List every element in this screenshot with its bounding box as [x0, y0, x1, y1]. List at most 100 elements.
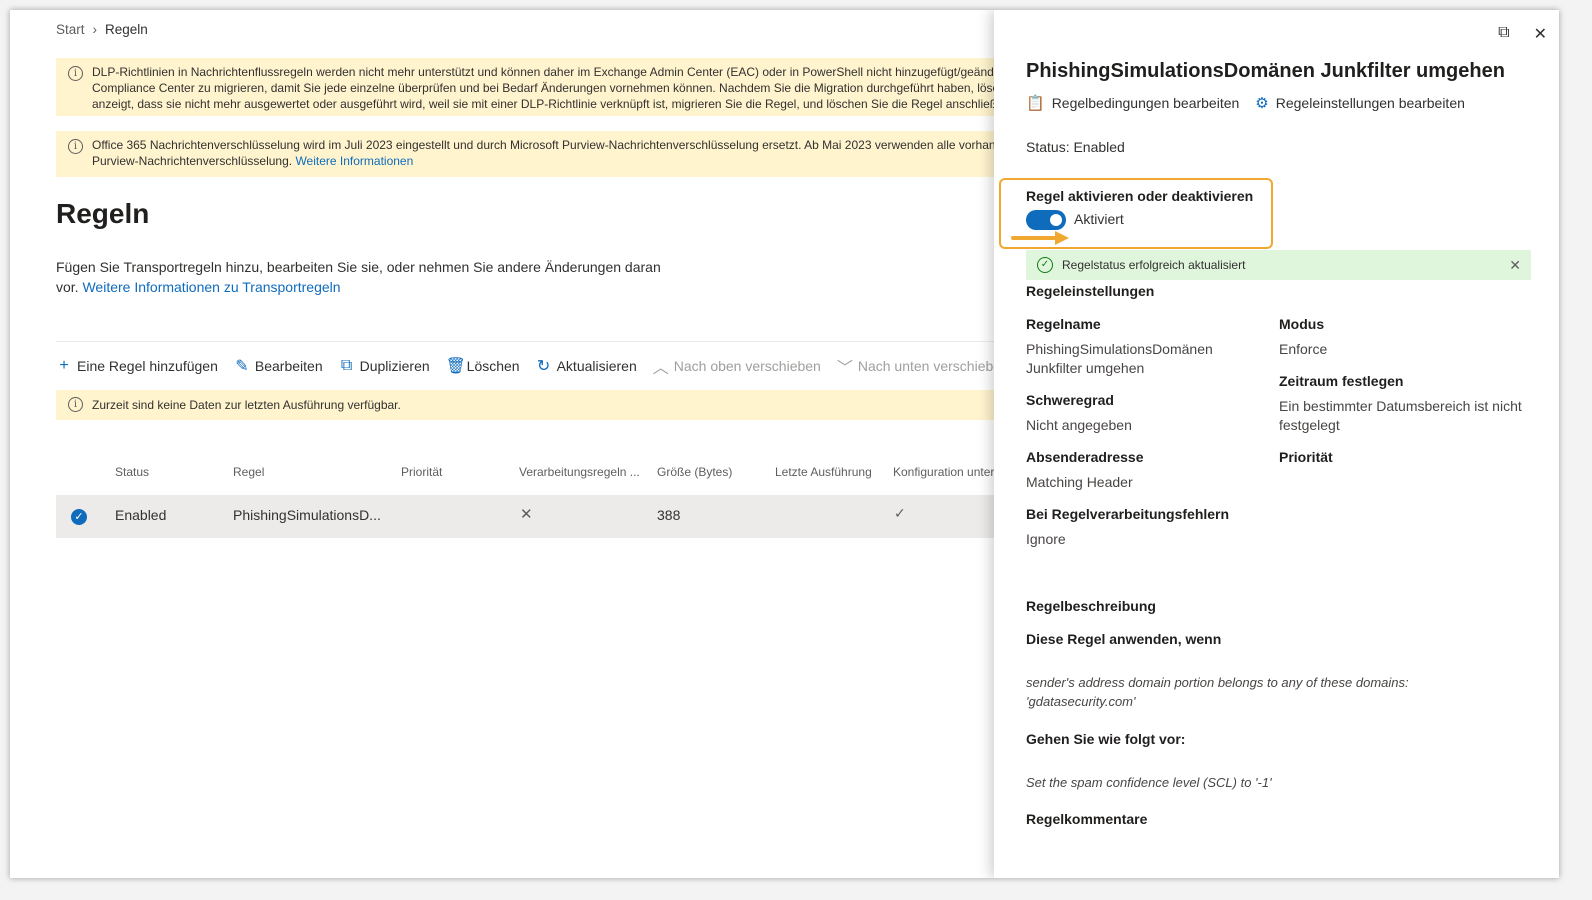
toggle-knob — [1050, 214, 1062, 226]
duplicate-button[interactable]: ⧉ Duplizieren — [339, 357, 430, 375]
column-header-processing[interactable]: Verarbeitungsregeln ... — [519, 465, 640, 479]
timeframe-value: Ein bestimmter Datumsbereich ist nicht f… — [1279, 398, 1522, 433]
comments-label: Regelkommentare — [1026, 811, 1148, 827]
sender-value: Matching Header — [1026, 474, 1133, 490]
action-text: Set the spam confidence level (SCL) to '… — [1026, 775, 1272, 790]
edit-button[interactable]: ✎ Bearbeiten — [234, 356, 323, 376]
rule-details-panel: ⧉ ✕ PhishingSimulationsDomänen Junkfilte… — [994, 10, 1559, 878]
banner-text: DLP-Richtlinien in Nachrichtenflussregel… — [92, 65, 1020, 79]
mode-value: Enforce — [1279, 341, 1328, 357]
rule-name-value: PhishingSimulationsDomänen Junkfilter um… — [1026, 341, 1213, 376]
do-following-label: Gehen Sie wie folgt vor: — [1026, 731, 1186, 747]
row-rule-name: PhishingSimulationsD... — [233, 507, 381, 523]
toggle-title: Regel aktivieren oder deaktivieren — [1026, 188, 1254, 204]
table-row[interactable]: ✓ Enabled PhishingSimulationsD... ✕ 388 … — [56, 495, 1056, 538]
apply-when-label: Diese Regel anwenden, wenn — [1026, 631, 1222, 647]
divider — [56, 341, 996, 342]
row-status: Enabled — [115, 507, 167, 523]
delete-label: Löschen — [466, 358, 520, 374]
page-description: Fügen Sie Transportregeln hinzu, bearbei… — [56, 257, 676, 297]
settings-heading: Regeleinstellungen — [1026, 283, 1155, 299]
copy-icon: ⧉ — [340, 357, 353, 374]
refresh-icon: ↻ — [536, 358, 551, 375]
success-check-icon: ✓ — [1037, 257, 1053, 273]
breadcrumb: Start › Regeln — [56, 22, 148, 37]
timeframe-label: Zeitraum festlegen — [1279, 373, 1404, 389]
enable-rule-toggle[interactable] — [1026, 210, 1066, 230]
add-rule-label: Eine Regel hinzufügen — [77, 358, 218, 374]
panel-actions: 📋 Regelbedingungen bearbeiten ⚙ Regelein… — [1026, 94, 1465, 112]
chevron-right-icon: › — [92, 22, 98, 37]
edit-label: Bearbeiten — [254, 358, 323, 374]
info-icon: i — [68, 66, 83, 81]
chevron-down-icon: ﹀ — [836, 360, 853, 377]
column-header-status[interactable]: Status — [115, 465, 149, 479]
edit-conditions-label: Regelbedingungen bearbeiten — [1051, 95, 1240, 111]
sender-label: Absenderadresse — [1026, 449, 1144, 465]
banner-text: Purview-Nachrichtenverschlüsselung. — [92, 154, 293, 168]
pencil-icon: ✎ — [235, 358, 249, 375]
column-header-last-run[interactable]: Letzte Ausführung — [775, 465, 872, 479]
banner-text: anzeigt, dass sie nicht mehr ausgewertet… — [92, 97, 1024, 111]
clipboard-icon: 📋 — [1026, 95, 1045, 112]
close-icon[interactable]: ✕ — [1534, 24, 1547, 44]
toggle-label: Aktiviert — [1074, 211, 1124, 227]
refresh-button[interactable]: ↻ Aktualisieren — [536, 356, 637, 376]
edit-conditions-button[interactable]: 📋 Regelbedingungen bearbeiten — [1026, 94, 1239, 112]
description-text: Fügen Sie Transportregeln hinzu, bearbei… — [56, 259, 661, 275]
table-header: Status Regel Priorität Verarbeitungsrege… — [56, 465, 1056, 487]
trash-icon: 🗑 — [445, 358, 466, 375]
success-text: Regelstatus erfolgreich aktualisiert — [1062, 258, 1246, 272]
column-header-rule[interactable]: Regel — [233, 465, 264, 479]
info-icon: i — [68, 139, 83, 154]
more-info-link[interactable]: Weitere Informationen — [295, 154, 413, 168]
move-up-button[interactable]: ︿ Nach oben verschieben — [653, 354, 821, 378]
mode-label: Modus — [1279, 316, 1325, 332]
dismiss-icon[interactable]: ✕ — [1509, 250, 1521, 280]
delete-button[interactable]: 🗑 Löschen — [446, 356, 520, 376]
severity-value: Nicht angegeben — [1026, 417, 1132, 433]
arrow-right-icon — [1011, 231, 1069, 245]
open-in-new-window-icon[interactable]: ⧉ — [1498, 24, 1509, 44]
refresh-label: Aktualisieren — [556, 358, 637, 374]
banner-text: Office 365 Nachrichtenverschlüsselung wi… — [92, 138, 1016, 152]
checkmark-icon: ✓ — [894, 505, 906, 521]
breadcrumb-current: Regeln — [105, 22, 148, 37]
column-header-priority[interactable]: Priorität — [401, 465, 442, 479]
plus-icon: + — [59, 357, 69, 374]
chevron-up-icon: ︿ — [652, 360, 669, 377]
description-heading: Regelbeschreibung — [1026, 598, 1156, 614]
rule-name-label: Regelname — [1026, 316, 1101, 332]
edit-settings-button[interactable]: ⚙ Regeleinstellungen bearbeiten — [1255, 94, 1465, 112]
transport-rules-info-link[interactable]: Weitere Informationen zu Transportregeln — [82, 279, 340, 295]
add-rule-button[interactable]: + Eine Regel hinzufügen — [56, 357, 218, 375]
command-bar: + Eine Regel hinzufügen ✎ Bearbeiten ⧉ D… — [56, 354, 1017, 378]
priority-label: Priorität — [1279, 449, 1333, 465]
duplicate-label: Duplizieren — [359, 358, 430, 374]
success-message-bar: ✓ Regelstatus erfolgreich aktualisiert ✕ — [1026, 250, 1531, 280]
move-up-label: Nach oben verschieben — [673, 358, 821, 374]
move-down-button[interactable]: ﹀ Nach unten verschiebe — [837, 354, 1001, 378]
column-header-size[interactable]: Größe (Bytes) — [657, 465, 732, 479]
rule-status: Status: Enabled — [1026, 139, 1125, 155]
breadcrumb-start[interactable]: Start — [56, 22, 85, 37]
app-window: Start › Regeln i DLP-Richtlinien in Nach… — [10, 10, 1559, 878]
panel-title: PhishingSimulationsDomänen Junkfilter um… — [1026, 60, 1505, 82]
condition-text: sender's address domain portion belongs … — [1026, 675, 1409, 709]
edit-settings-label: Regeleinstellungen bearbeiten — [1275, 95, 1465, 111]
column-header-config[interactable]: Konfiguration unter — [893, 465, 994, 479]
row-selected-check-icon[interactable]: ✓ — [71, 509, 87, 525]
move-down-label: Nach unten verschiebe — [857, 358, 1002, 374]
panel-top-actions: ⧉ ✕ — [1498, 24, 1547, 44]
severity-label: Schweregrad — [1026, 392, 1114, 408]
page-title: Regeln — [56, 198, 150, 229]
errors-label: Bei Regelverarbeitungsfehlern — [1026, 506, 1230, 522]
row-size: 388 — [657, 507, 681, 523]
ome-warning-banner: i Office 365 Nachrichtenverschlüsselung … — [56, 131, 1056, 177]
no-data-banner: i Zurzeit sind keine Daten zur letzten A… — [56, 390, 1056, 420]
description-text: vor. — [56, 279, 79, 295]
info-icon: i — [68, 397, 83, 412]
banner-text: Compliance Center zu migrieren, damit Si… — [92, 81, 1012, 95]
dlp-warning-banner: i DLP-Richtlinien in Nachrichtenflussreg… — [56, 58, 1056, 116]
errors-value: Ignore — [1026, 531, 1066, 547]
